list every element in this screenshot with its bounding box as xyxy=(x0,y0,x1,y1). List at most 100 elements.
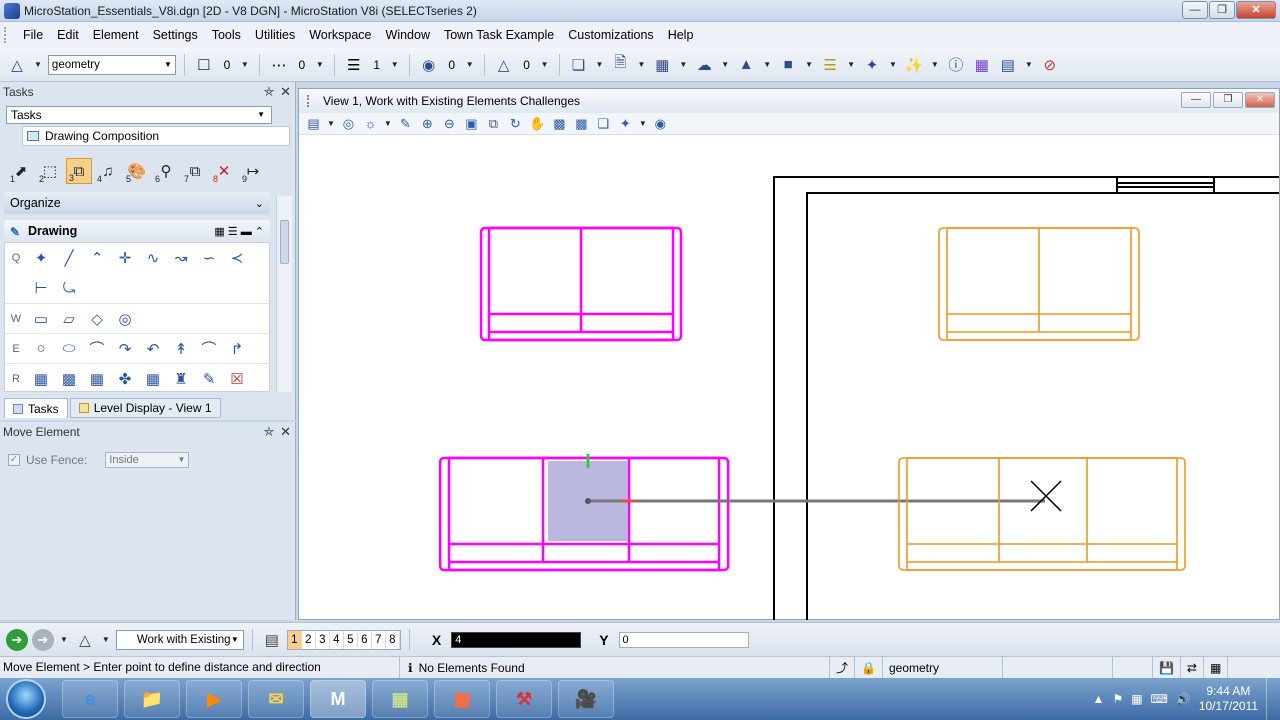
scroll-thumb[interactable] xyxy=(280,220,289,264)
view-minimize-button[interactable]: — xyxy=(1181,92,1211,108)
menu-file[interactable]: File xyxy=(16,28,50,42)
hatch-area-tool[interactable]: ▦ xyxy=(27,366,55,392)
raster-icon[interactable]: ▲ xyxy=(735,54,757,76)
display-style-icon[interactable]: ◎ xyxy=(338,114,359,134)
view-next-icon[interactable]: ▩ xyxy=(571,114,592,134)
show-desktop-button[interactable] xyxy=(1266,678,1280,720)
delete-tool[interactable]: ✕ 8 xyxy=(211,158,237,184)
layers-icon[interactable]: ☰ xyxy=(819,54,841,76)
view-close-button[interactable]: ✕ xyxy=(1245,92,1275,108)
forward-arrow-icon[interactable]: ➔ xyxy=(32,628,54,651)
view-2-button[interactable]: 2 xyxy=(302,630,316,649)
fence-tool[interactable]: ⬚ 2 xyxy=(37,158,63,184)
modify-arc-tool[interactable]: ↷ xyxy=(111,336,139,362)
fence-mode-combo[interactable]: Inside ▼ xyxy=(105,452,190,468)
drawing-group-header[interactable]: ✎ Drawing ▦ ☰ ▬ ⌃ xyxy=(4,220,270,242)
view-8-button[interactable]: 8 xyxy=(386,630,400,649)
chevron-down-icon[interactable]: ▼ xyxy=(60,635,68,644)
pdf-reader-icon[interactable]: ⚒ xyxy=(496,680,552,718)
no-entry-icon[interactable]: ⊘ xyxy=(1039,54,1061,76)
chevron-down-icon[interactable]: ▼ xyxy=(931,60,939,69)
scale-tool[interactable]: ⧉ 7 xyxy=(182,158,208,185)
internet-explorer-icon[interactable]: e xyxy=(62,680,118,718)
line-weight-value[interactable]: 1 xyxy=(369,58,385,72)
place-bspline-tool[interactable]: ∽ xyxy=(195,245,223,271)
models-icon[interactable]: ▦ xyxy=(651,54,673,76)
rotate-view-icon[interactable]: ↻ xyxy=(505,114,526,134)
place-stream-tool[interactable]: ↝ xyxy=(167,245,195,271)
line-weight-icon[interactable]: ☰ xyxy=(343,54,365,76)
arc-angle-tool[interactable]: ↟ xyxy=(167,336,195,362)
chevron-down-icon[interactable]: ▼ xyxy=(316,60,324,69)
tentative-point-icon[interactable]: △ xyxy=(74,629,96,651)
measure-tool[interactable]: ⚲ 6 xyxy=(153,158,179,184)
menu-utilities[interactable]: Utilities xyxy=(248,28,302,42)
priority-icon[interactable]: △ xyxy=(493,54,515,76)
show-hidden-icons[interactable]: ▲ xyxy=(1093,692,1105,706)
magenta-chair-top[interactable] xyxy=(479,226,683,342)
view-previous-icon[interactable]: ▩ xyxy=(549,114,570,134)
chevron-down-icon[interactable]: ⌄ xyxy=(255,197,264,210)
microstation-taskbar-icon[interactable]: M xyxy=(310,680,366,718)
tab-level-display[interactable]: Level Display - View 1 xyxy=(69,398,221,418)
tasks-scrollbar[interactable] xyxy=(276,196,292,392)
chevron-down-icon[interactable]: ▼ xyxy=(721,60,729,69)
pan-view-icon[interactable]: ✋ xyxy=(527,114,548,134)
place-point-tool[interactable]: ✛ xyxy=(111,245,139,271)
change-attributes-tool[interactable]: ♫ 4 xyxy=(95,158,121,185)
close-button[interactable]: ✕ xyxy=(1236,1,1276,19)
grid-status-icon[interactable]: ▦ xyxy=(1204,657,1229,678)
chevron-down-icon[interactable]: ▼ xyxy=(241,60,249,69)
grid-icon[interactable]: ▦ xyxy=(971,54,993,76)
dimension-tool[interactable]: ↦ 9 xyxy=(240,158,266,184)
magic-wand-icon[interactable]: ✦ xyxy=(861,54,883,76)
paint-tool[interactable]: 🎨 5 xyxy=(124,158,150,184)
orange-sofa-bottom-right[interactable] xyxy=(898,457,1186,571)
pin-icon[interactable]: ⛤ xyxy=(264,424,274,440)
view-3-button[interactable]: 3 xyxy=(316,630,330,649)
line-style-icon[interactable]: ⋯ xyxy=(268,54,290,76)
show-pattern-tool[interactable]: ▦ xyxy=(139,366,167,392)
references-icon[interactable]: ■ xyxy=(777,54,799,76)
volume-icon[interactable]: 🔊 xyxy=(1176,692,1191,706)
match-pattern-tool[interactable]: ♜ xyxy=(167,366,195,392)
line-style-value[interactable]: 0 xyxy=(294,58,310,72)
place-line-tool[interactable]: ╱ xyxy=(55,245,83,271)
lighting-icon[interactable]: ☼ xyxy=(360,114,381,134)
place-curve-tool[interactable]: ∿ xyxy=(139,245,167,271)
place-regular-polygon-tool[interactable]: ◎ xyxy=(111,306,139,332)
zoom-in-icon[interactable]: ⊕ xyxy=(417,114,438,134)
view-6-button[interactable]: 6 xyxy=(358,630,372,649)
place-smartline-tool[interactable]: ✦ xyxy=(27,245,55,271)
chevron-down-icon[interactable]: ▼ xyxy=(639,119,647,128)
fillet-tool[interactable]: ↱ xyxy=(223,336,251,362)
clip-volume-icon[interactable]: ✦ xyxy=(615,114,636,134)
chevron-down-icon[interactable]: ▼ xyxy=(1025,60,1033,69)
view-mode-icons[interactable]: ▦ ☰ ▬ ⌃ xyxy=(214,225,264,238)
copy-view-icon[interactable]: ❏ xyxy=(593,114,614,134)
menu-settings[interactable]: Settings xyxy=(146,28,205,42)
back-arrow-icon[interactable]: ➔ xyxy=(6,628,28,651)
file-explorer-icon[interactable]: 📁 xyxy=(124,680,180,718)
place-orthogonal-shape-tool[interactable]: ◇ xyxy=(83,306,111,332)
chevron-down-icon[interactable]: ▼ xyxy=(34,60,42,69)
minimize-button[interactable]: — xyxy=(1182,1,1208,19)
media-player-icon[interactable]: ▶ xyxy=(186,680,242,718)
table-icon[interactable]: ▤ xyxy=(997,54,1019,76)
network-icon[interactable]: ▦ xyxy=(1131,692,1142,706)
tab-tasks[interactable]: Tasks xyxy=(4,398,68,418)
transparency-icon[interactable]: ◉ xyxy=(418,54,440,76)
view-5-button[interactable]: 5 xyxy=(344,630,358,649)
chevron-down-icon[interactable]: ▼ xyxy=(679,60,687,69)
level-manager-icon[interactable]: △ xyxy=(6,54,28,76)
chevron-down-icon[interactable]: ▼ xyxy=(763,60,771,69)
update-view-icon[interactable]: ✎ xyxy=(395,114,416,134)
pattern-area-tool[interactable]: ▦ xyxy=(83,366,111,392)
chevron-down-icon[interactable]: ▼ xyxy=(889,60,897,69)
menu-customizations[interactable]: Customizations xyxy=(561,28,660,42)
window-area-icon[interactable]: ▣ xyxy=(461,114,482,134)
message-info-icon[interactable]: ℹ xyxy=(408,658,413,678)
recorder-app-icon[interactable]: 🎥 xyxy=(558,680,614,718)
microstation-app-icon[interactable] xyxy=(4,2,20,19)
move-element-tool[interactable]: ⧉ 3 xyxy=(66,158,92,184)
